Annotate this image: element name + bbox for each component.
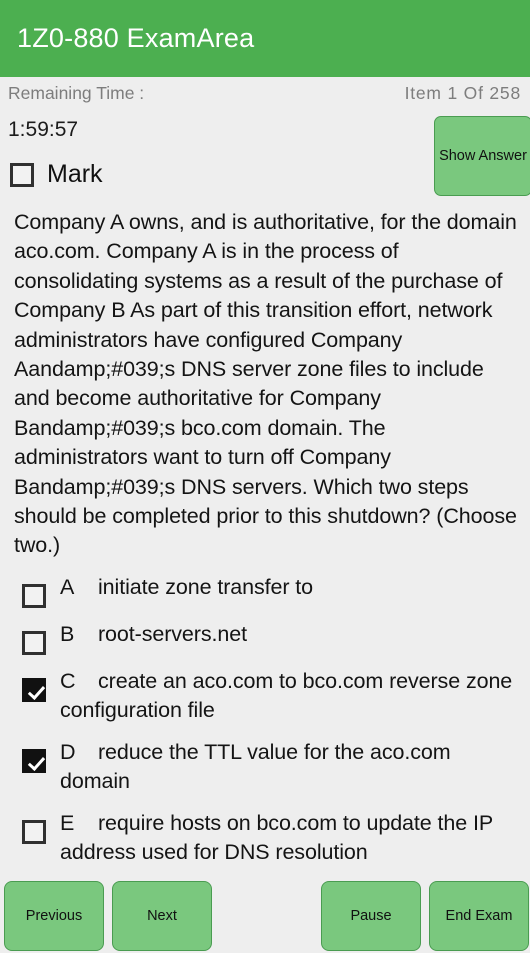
answer-option-body-b: Broot-servers.net (60, 620, 520, 649)
previous-button[interactable]: Previous (4, 881, 104, 952)
mark-label: Mark (47, 160, 103, 188)
page-title: 1Z0-880 ExamArea (17, 23, 255, 53)
countdown-timer: 1:59:57 (8, 118, 79, 141)
answer-option-checkbox-c[interactable] (22, 677, 46, 702)
answer-option-text-a: initiate zone transfer to (98, 574, 314, 599)
answer-option-text-b: root-servers.net (98, 621, 247, 646)
answer-option-e[interactable]: Erequire hosts on bco.com to update the … (22, 809, 520, 868)
next-button[interactable]: Next (112, 881, 212, 952)
remaining-time-label: Remaining Time : (8, 83, 145, 103)
answer-option-b[interactable]: Broot-servers.net (22, 620, 520, 655)
mark-question-toggle[interactable]: Mark (10, 160, 103, 189)
answer-option-text-d: reduce the TTL value for the aco.com dom… (60, 739, 451, 794)
session-button-group: Pause End Exam (321, 881, 529, 952)
answer-option-checkbox-a[interactable] (22, 583, 46, 608)
exam-app-screen: 1Z0-880 ExamArea Remaining Time : Item 1… (0, 0, 530, 952)
answer-option-letter-a: A (60, 574, 75, 599)
answer-option-checkbox-b[interactable] (22, 630, 46, 655)
question-area: Company A owns, and is authoritative, fo… (0, 202, 530, 561)
answer-option-c[interactable]: Ccreate an aco.com to bco.com reverse zo… (22, 667, 520, 726)
mark-checkbox[interactable] (10, 162, 34, 187)
answer-option-text-e: require hosts on bco.com to update the I… (60, 810, 493, 864)
question-text: Company A owns, and is authoritative, fo… (14, 210, 523, 558)
answer-option-body-d: Dreduce the TTL value for the aco.com do… (60, 738, 520, 797)
answer-option-letter-e: E (60, 810, 75, 835)
answer-option-checkbox-e[interactable] (22, 819, 46, 844)
show-answer-button[interactable]: Show Answer (434, 116, 530, 196)
answer-option-text-c: create an aco.com to bco.com reverse zon… (60, 668, 513, 723)
answer-option-letter-d: D (60, 739, 76, 764)
end-exam-button[interactable]: End Exam (429, 881, 529, 952)
bottom-button-bar: Previous Next Pause End Exam (0, 879, 530, 953)
navigation-button-group: Previous Next (4, 881, 212, 952)
status-row: Remaining Time : Item 1 Of 258 (0, 77, 530, 110)
app-title-bar: 1Z0-880 ExamArea (0, 0, 530, 77)
answer-options-list: Ainitiate zone transfer to Broot-servers.… (0, 561, 530, 879)
answer-option-letter-b: B (60, 621, 75, 646)
answer-option-checkbox-d[interactable] (22, 748, 46, 773)
timer-block: 1:59:57 Mark Show Answer (0, 110, 530, 202)
answer-option-letter-c: C (60, 668, 76, 693)
pause-button[interactable]: Pause (321, 881, 421, 952)
answer-option-body-c: Ccreate an aco.com to bco.com reverse zo… (60, 667, 520, 726)
answer-option-a[interactable]: Ainitiate zone transfer to (22, 573, 520, 608)
item-counter: Item 1 Of 258 (404, 83, 521, 103)
answer-option-body-e: Erequire hosts on bco.com to update the … (60, 809, 520, 868)
answer-option-body-a: Ainitiate zone transfer to (60, 573, 520, 602)
answer-option-d[interactable]: Dreduce the TTL value for the aco.com do… (22, 738, 520, 797)
